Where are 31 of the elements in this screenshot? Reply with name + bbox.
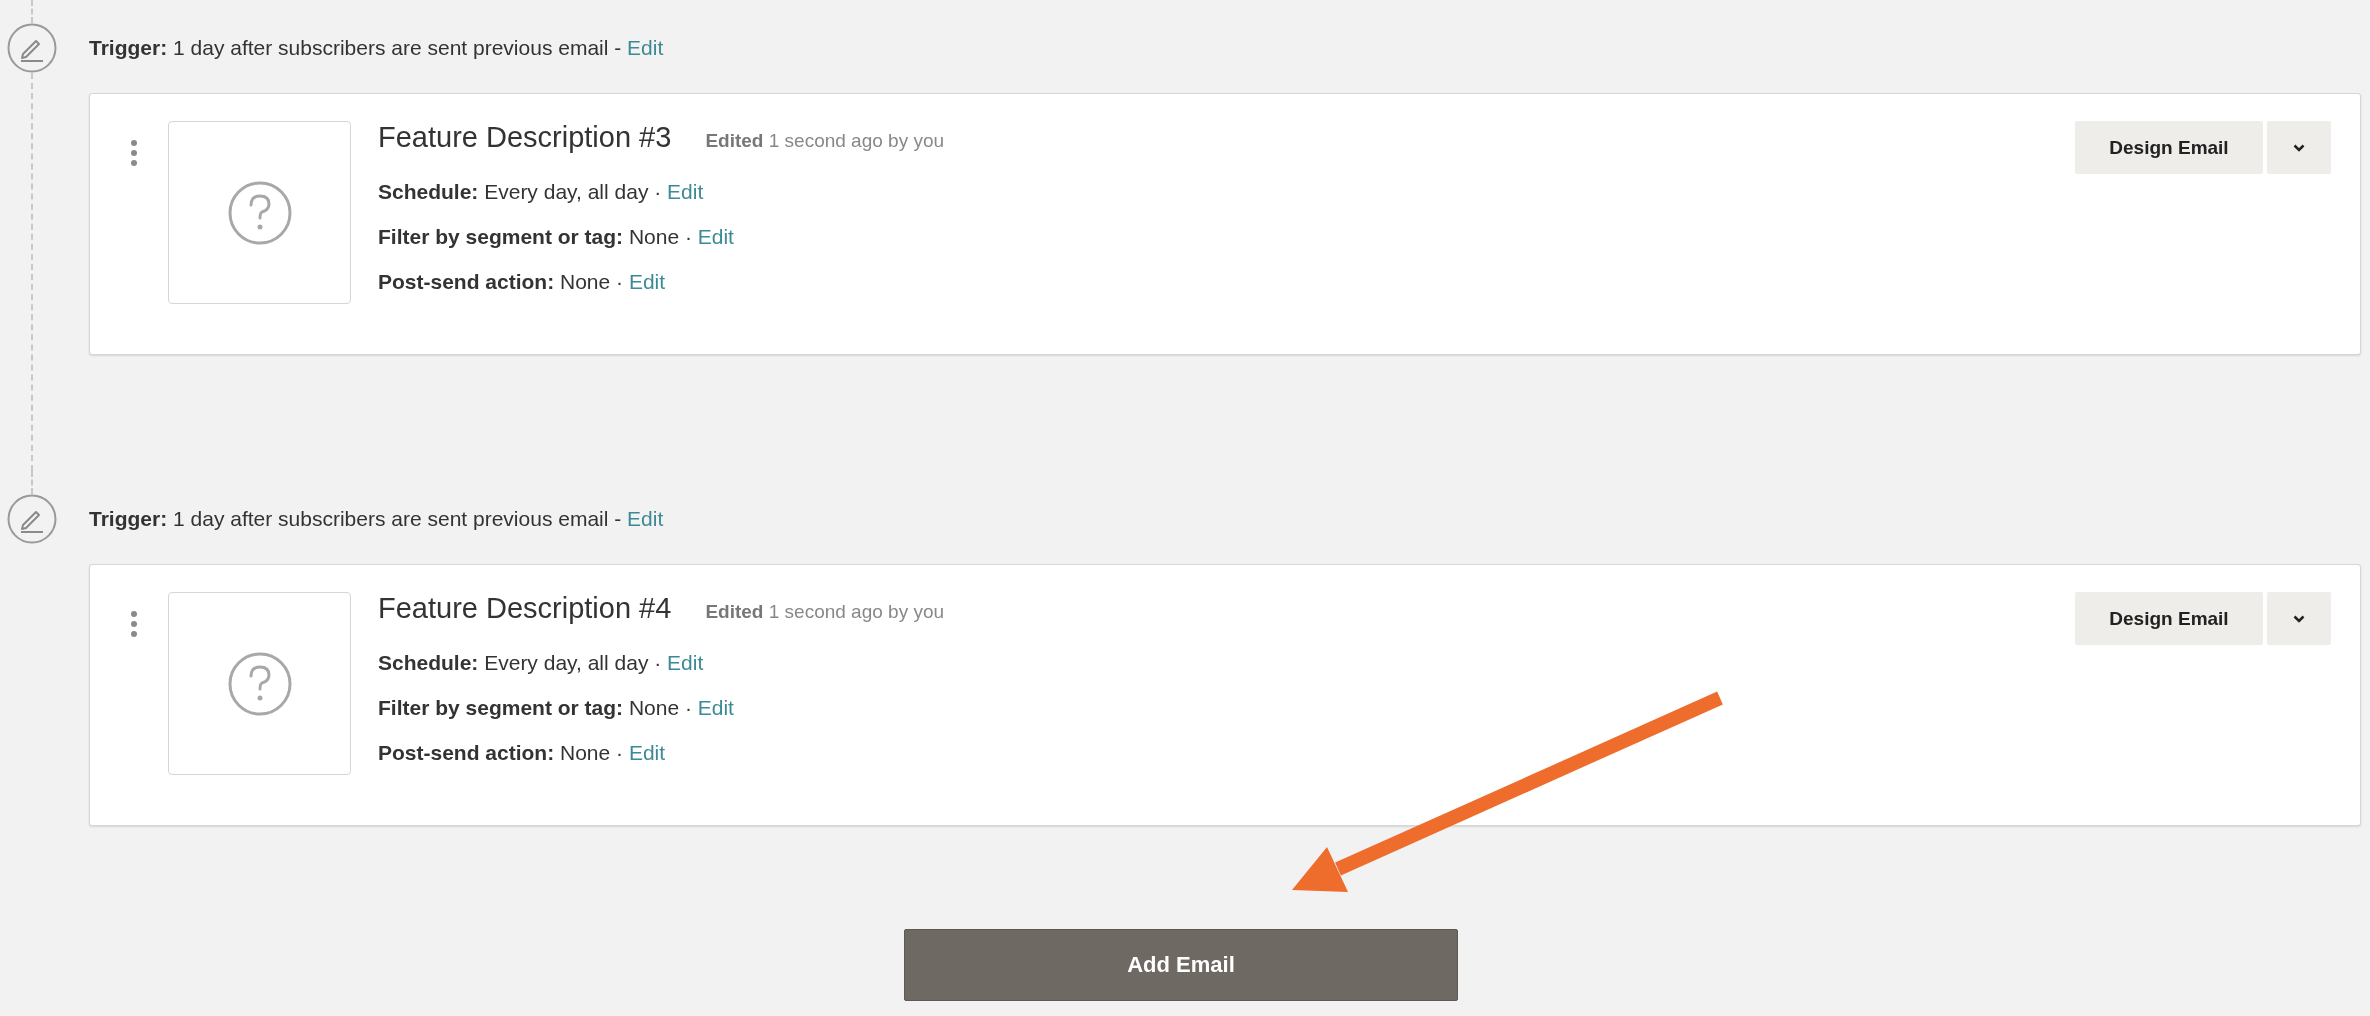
pencil-icon: [7, 494, 57, 544]
edit-link[interactable]: Edit: [667, 651, 704, 674]
pencil-icon: [7, 23, 57, 73]
email-title: Feature Description #4: [378, 592, 672, 625]
setting-text: Post-send action: None · Edit: [378, 740, 667, 766]
caret-icon: [2293, 614, 2305, 623]
edit-link[interactable]: Edit: [697, 696, 734, 719]
edit-link[interactable]: Edit: [667, 180, 704, 203]
more-icon[interactable]: [130, 139, 138, 167]
trigger-text: Trigger: 1 day after subscribers are sent previous email - Edit: [89, 35, 665, 61]
setting-text: Post-send action: None · Edit: [378, 269, 667, 295]
trigger-text: Trigger: 1 day after subscribers are sent previous email - Edit: [89, 506, 665, 532]
edit-link[interactable]: Edit: [628, 270, 666, 293]
email-title: Feature Description #3: [378, 121, 672, 154]
setting-text: Filter by segment or tag: None · Edit: [378, 224, 735, 250]
caret-icon: [2293, 143, 2305, 152]
design-email-button[interactable]: Design Email: [2075, 592, 2263, 645]
question-icon: [227, 180, 292, 245]
add-email-button[interactable]: Add Email: [904, 929, 1458, 1001]
question-icon: [227, 651, 292, 716]
more-icon[interactable]: [130, 610, 138, 638]
design-email-button[interactable]: Design Email: [2075, 121, 2263, 174]
edit-link[interactable]: Edit: [627, 36, 664, 59]
setting-text: Schedule: Every day, all day · Edit: [378, 179, 705, 205]
edited-text: Edited 1 second ago by you: [705, 130, 945, 152]
edited-text: Edited 1 second ago by you: [705, 601, 945, 623]
edit-link[interactable]: Edit: [697, 225, 734, 248]
edit-link[interactable]: Edit: [628, 741, 666, 764]
setting-text: Filter by segment or tag: None · Edit: [378, 695, 735, 721]
edit-link[interactable]: Edit: [627, 507, 664, 530]
setting-text: Schedule: Every day, all day · Edit: [378, 650, 705, 676]
